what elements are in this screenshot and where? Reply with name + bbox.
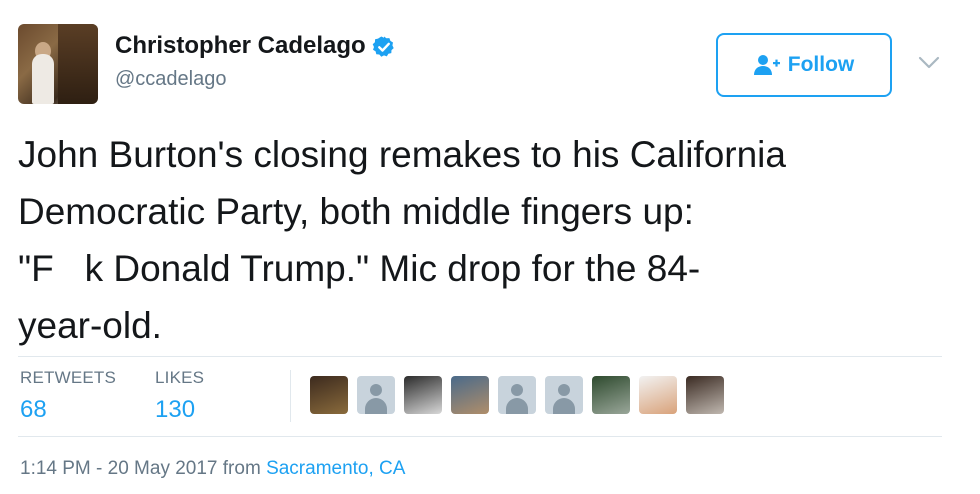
liker-avatar[interactable] bbox=[451, 376, 489, 414]
liker-avatar[interactable] bbox=[310, 376, 348, 414]
liker-avatar[interactable] bbox=[545, 376, 583, 414]
retweets-label: RETWEETS bbox=[20, 368, 117, 387]
liker-avatar[interactable] bbox=[357, 376, 395, 414]
avatar-figure bbox=[32, 54, 54, 104]
follow-button[interactable]: Follow bbox=[716, 33, 892, 97]
likes-stat[interactable]: LIKES 130 bbox=[155, 368, 204, 424]
avatar-background bbox=[58, 24, 98, 104]
add-user-icon bbox=[753, 55, 780, 75]
chevron-down-icon[interactable] bbox=[918, 56, 940, 70]
default-avatar-body bbox=[506, 398, 528, 414]
default-avatar-head bbox=[558, 384, 570, 396]
tweet-text: John Burton's closing remakes to his Cal… bbox=[18, 134, 786, 346]
default-avatar-head bbox=[370, 384, 382, 396]
liker-avatar[interactable] bbox=[592, 376, 630, 414]
divider-top bbox=[18, 356, 942, 357]
default-avatar-body bbox=[365, 398, 387, 414]
retweets-stat[interactable]: RETWEETS 68 bbox=[20, 368, 116, 424]
retweets-count[interactable]: 68 bbox=[20, 396, 116, 424]
author-name[interactable]: Christopher Cadelago bbox=[115, 32, 366, 59]
verified-badge-icon bbox=[372, 36, 394, 57]
liker-avatar[interactable] bbox=[686, 376, 724, 414]
liker-avatars bbox=[310, 376, 724, 414]
avatar[interactable] bbox=[18, 24, 98, 104]
liker-avatar[interactable] bbox=[404, 376, 442, 414]
likes-count[interactable]: 130 bbox=[155, 396, 204, 424]
follow-button-label: Follow bbox=[787, 53, 855, 76]
default-avatar-body bbox=[553, 398, 575, 414]
liker-avatar[interactable] bbox=[639, 376, 677, 414]
tweet-timestamp: 1:14 PM - 20 May 2017 from Sacramento, C… bbox=[20, 458, 405, 480]
divider-bottom bbox=[18, 436, 942, 437]
stats-separator bbox=[290, 370, 291, 422]
author-name-row[interactable]: Christopher Cadelago bbox=[115, 32, 396, 60]
timestamp-text: 1:14 PM - 20 May 2017 from bbox=[20, 458, 267, 479]
author-handle[interactable]: @ccadelago bbox=[115, 68, 226, 91]
likes-label: LIKES bbox=[155, 368, 205, 387]
default-avatar-head bbox=[511, 384, 523, 396]
liker-avatar[interactable] bbox=[498, 376, 536, 414]
location-link[interactable]: Sacramento, CA bbox=[266, 458, 405, 479]
